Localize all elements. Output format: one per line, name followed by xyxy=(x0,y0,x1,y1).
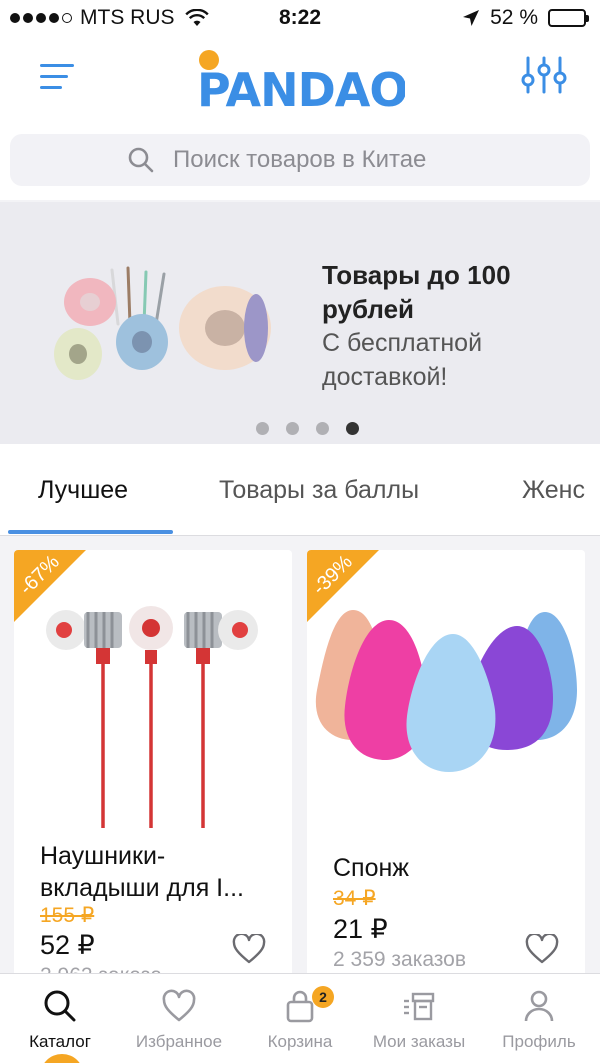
nav-favorites[interactable]: Избранное xyxy=(119,988,239,1052)
nav-profile[interactable]: Профиль xyxy=(479,988,599,1052)
tab-points-products[interactable]: Товары за баллы xyxy=(219,476,419,505)
filter-icon[interactable] xyxy=(520,54,568,96)
nav-catalog-label: Каталог xyxy=(29,1032,91,1051)
search-bar-container xyxy=(0,124,600,200)
orders-icon xyxy=(404,992,435,1021)
battery-group: 52 % xyxy=(462,6,589,30)
pager-dot[interactable] xyxy=(316,422,329,435)
active-tab-indicator xyxy=(8,530,173,534)
search-input[interactable] xyxy=(173,146,473,174)
pager-dot[interactable] xyxy=(256,422,269,435)
bottom-navigation: Каталог Избранное 2 Корзина Мои заказы П… xyxy=(0,973,600,1063)
product-card[interactable]: -67% Наушники-вкладыши для I... 155 ₽ 52… xyxy=(14,550,292,1010)
favorite-heart-icon[interactable] xyxy=(232,934,266,964)
nav-favorites-label: Избранное xyxy=(135,1032,223,1051)
nav-orders-label: Мои заказы xyxy=(372,1032,466,1051)
location-arrow-icon xyxy=(463,10,480,26)
product-old-price: 34 ₽ xyxy=(333,887,376,910)
promo-banner[interactable]: Товары до 100 рублей С бесплатной достав… xyxy=(0,202,600,444)
profile-icon xyxy=(524,990,554,1022)
pager-dots xyxy=(256,422,359,435)
logo-text: PANDAO xyxy=(197,63,405,112)
product-old-price: 155 ₽ xyxy=(40,904,95,927)
category-tabs: Лучшее Товары за баллы Женс xyxy=(0,444,600,536)
pager-dot[interactable] xyxy=(286,422,299,435)
product-name: Спонж xyxy=(333,854,410,882)
pager-dot[interactable] xyxy=(346,422,359,435)
cart-badge: 2 xyxy=(312,986,334,1008)
nav-profile-label: Профиль xyxy=(502,1032,576,1051)
battery-icon xyxy=(548,9,589,27)
tab-womens[interactable]: Женс xyxy=(522,476,585,505)
search-icon xyxy=(128,147,154,173)
banner-title: Товары до 100 рублей xyxy=(322,260,511,324)
nav-orders[interactable]: Мои заказы xyxy=(359,988,479,1052)
nav-catalog[interactable]: Каталог xyxy=(0,988,120,1052)
app-header: PANDAO xyxy=(0,36,600,124)
battery-percent: 52 % xyxy=(490,6,538,29)
tab-best[interactable]: Лучшее xyxy=(38,476,128,505)
toothbrush-holders-image xyxy=(54,266,271,380)
product-orders-count: 2 359 заказов xyxy=(333,948,467,971)
product-price: 21 ₽ xyxy=(333,914,388,944)
nav-cart-label: Корзина xyxy=(267,1032,333,1051)
search-icon xyxy=(44,990,76,1022)
menu-icon[interactable] xyxy=(38,60,78,94)
product-card[interactable]: -39% Спонж 34 ₽ 21 ₽ 2 359 заказов xyxy=(307,550,585,1010)
product-price: 52 ₽ xyxy=(40,930,95,960)
banner-subtitle: С бесплатной доставкой! xyxy=(322,329,483,391)
heart-icon xyxy=(162,989,196,1022)
banner-pager xyxy=(0,422,600,435)
nav-cart[interactable]: 2 Корзина xyxy=(240,986,360,1052)
pandao-logo: PANDAO xyxy=(197,50,405,112)
favorite-heart-icon[interactable] xyxy=(525,934,559,964)
status-bar: MTS RUS 8:22 52 % xyxy=(0,0,600,36)
product-name: Наушники-вкладыши для I... xyxy=(40,842,244,902)
search-bar[interactable] xyxy=(10,134,590,186)
